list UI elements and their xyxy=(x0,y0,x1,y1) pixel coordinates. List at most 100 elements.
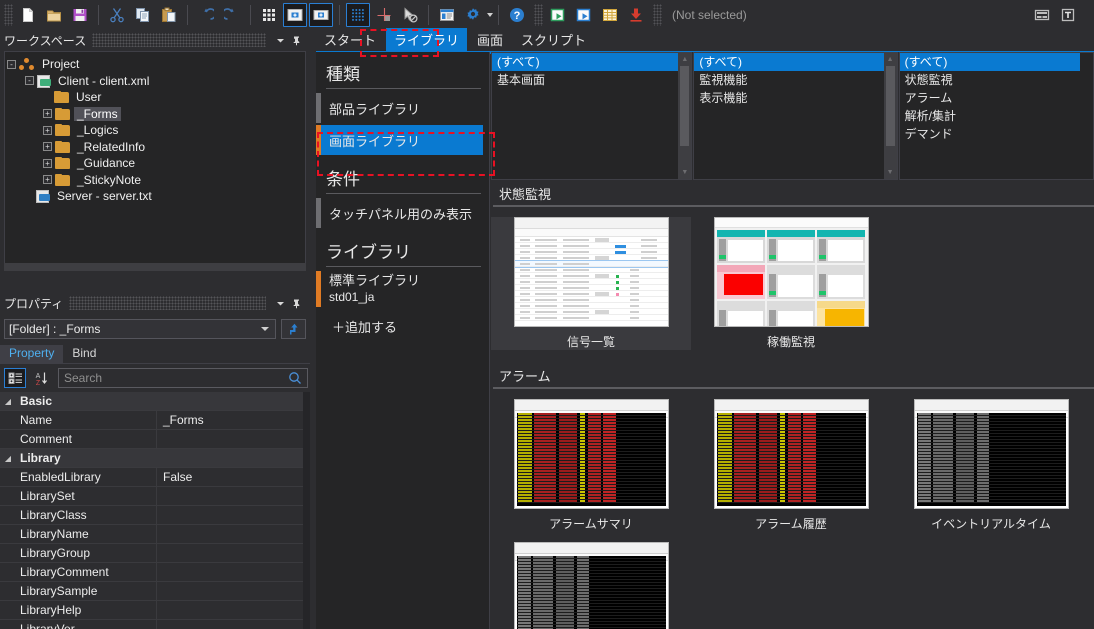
tree-node[interactable]: +_RelatedInfo xyxy=(7,139,305,156)
table-icon[interactable] xyxy=(598,3,622,27)
tree-expand-icon[interactable]: + xyxy=(43,126,52,135)
copy-icon[interactable] xyxy=(131,3,155,27)
property-grid-scrollbar[interactable] xyxy=(303,392,310,629)
filter-option[interactable]: 状態監視 xyxy=(900,71,1080,89)
property-category-row[interactable]: ◢Basic xyxy=(0,392,303,411)
gear-dropdown-caret[interactable] xyxy=(487,13,493,17)
filter-option[interactable]: 表示機能 xyxy=(694,89,883,107)
categorized-view-icon[interactable] xyxy=(4,368,26,388)
property-value[interactable] xyxy=(156,487,303,506)
property-value[interactable] xyxy=(156,582,303,601)
property-value[interactable] xyxy=(156,601,303,620)
tab-4[interactable]: スクリプト xyxy=(513,28,594,52)
snap-to-grid-icon[interactable] xyxy=(283,3,307,27)
chevron-down-icon[interactable]: ◢ xyxy=(0,397,16,406)
tree-node[interactable]: +_Guidance xyxy=(7,155,305,172)
filter-option[interactable]: 基本画面 xyxy=(492,71,678,89)
align-icon[interactable] xyxy=(309,3,333,27)
tree-collapse-icon[interactable]: - xyxy=(7,60,16,69)
cut-icon[interactable] xyxy=(105,3,129,27)
tree-expand-icon[interactable]: + xyxy=(43,159,52,168)
chevron-down-icon[interactable] xyxy=(272,295,288,311)
tree-node[interactable]: +_Forms xyxy=(7,106,305,123)
tab-3[interactable]: 画面 xyxy=(469,28,511,52)
pin-icon[interactable] xyxy=(288,295,304,311)
run-green-icon[interactable] xyxy=(546,3,570,27)
property-value[interactable] xyxy=(156,430,303,449)
tab-1[interactable]: スタート xyxy=(316,28,384,52)
tree-node[interactable]: -Project xyxy=(7,56,305,73)
select-disabled-icon[interactable] xyxy=(398,3,422,27)
property-row[interactable]: Comment xyxy=(0,430,303,449)
save-icon[interactable] xyxy=(68,3,92,27)
property-value[interactable] xyxy=(156,620,303,629)
property-row[interactable]: LibraryClass xyxy=(0,506,303,525)
property-value[interactable] xyxy=(156,506,303,525)
filter-purpose[interactable]: (すべて)状態監視アラーム解析/集計デマンド xyxy=(899,52,1094,180)
property-tab-property[interactable]: Property xyxy=(0,345,63,363)
search-input[interactable] xyxy=(59,370,288,386)
filter-option[interactable]: (すべて) xyxy=(694,53,883,71)
library-item[interactable]: 信号一覧 xyxy=(491,217,691,350)
tree-node[interactable]: Server - server.txt xyxy=(7,188,305,205)
filter-option[interactable]: (すべて) xyxy=(492,53,678,71)
property-row[interactable]: LibraryGroup xyxy=(0,544,303,563)
property-value[interactable] xyxy=(156,525,303,544)
property-row[interactable]: EnabledLibraryFalse xyxy=(0,468,303,487)
filter-scrollbar[interactable]: ▲▼ xyxy=(884,53,897,179)
category-item[interactable]: 部品ライブラリ xyxy=(316,93,483,123)
search-icon[interactable] xyxy=(288,371,302,385)
tree-expand-icon[interactable]: + xyxy=(43,142,52,151)
tree-node[interactable]: +_StickyNote xyxy=(7,172,305,189)
chevron-down-icon[interactable]: ◢ xyxy=(0,454,16,463)
toolbar-grip[interactable] xyxy=(4,4,13,26)
scroll-up-icon[interactable]: ▲ xyxy=(678,53,691,66)
scroll-down-icon[interactable]: ▼ xyxy=(884,166,897,179)
new-file-icon[interactable] xyxy=(16,3,40,27)
download-icon[interactable] xyxy=(624,3,648,27)
category-item[interactable]: 標準ライブラリstd01_ja xyxy=(316,271,483,307)
dot-grid-icon[interactable] xyxy=(346,3,370,27)
property-row[interactable]: LibraryName xyxy=(0,525,303,544)
property-row[interactable]: LibraryVer xyxy=(0,620,303,629)
filter-option[interactable]: 解析/集計 xyxy=(900,107,1080,125)
gear-icon[interactable] xyxy=(461,3,485,27)
library-item[interactable]: イベントリアルタイム xyxy=(891,399,1091,532)
property-target-combobox[interactable]: [Folder] : _Forms xyxy=(4,319,276,339)
property-tab-bind[interactable]: Bind xyxy=(63,345,105,363)
properties-window-icon[interactable] xyxy=(435,3,459,27)
filter-option[interactable]: デマンド xyxy=(900,125,1080,143)
tree-expand-icon[interactable]: + xyxy=(43,109,52,118)
tab-2[interactable]: ライブラリ xyxy=(386,28,467,52)
tree-expand-icon[interactable]: + xyxy=(43,175,52,184)
property-grid[interactable]: ◢BasicName_FormsComment◢LibraryEnabledLi… xyxy=(0,392,303,629)
tree-collapse-icon[interactable]: - xyxy=(25,76,34,85)
property-row[interactable]: LibraryHelp xyxy=(0,601,303,620)
layout-icon[interactable] xyxy=(1030,3,1054,27)
chevron-down-icon[interactable] xyxy=(272,32,288,48)
property-row[interactable]: Name_Forms xyxy=(0,411,303,430)
scroll-thumb[interactable] xyxy=(886,66,895,146)
property-value[interactable] xyxy=(156,544,303,563)
scroll-up-icon[interactable]: ▲ xyxy=(884,53,897,66)
property-row[interactable]: LibrarySample xyxy=(0,582,303,601)
paste-icon[interactable] xyxy=(157,3,181,27)
property-row[interactable]: LibraryComment xyxy=(0,563,303,582)
toolbar-grip[interactable] xyxy=(653,4,662,26)
run-blue-icon[interactable] xyxy=(572,3,596,27)
help-icon[interactable]: ? xyxy=(505,3,529,27)
search-input-wrapper[interactable] xyxy=(58,368,308,388)
property-row[interactable]: LibrarySet xyxy=(0,487,303,506)
filter-function[interactable]: (すべて)監視機能表示機能▲▼ xyxy=(693,52,897,180)
property-value[interactable]: False xyxy=(156,468,303,487)
tree-horizontal-scrollbar[interactable] xyxy=(4,263,306,271)
library-item[interactable]: アラーム履歴 xyxy=(691,399,891,532)
scroll-thumb[interactable] xyxy=(680,66,689,146)
open-folder-icon[interactable] xyxy=(42,3,66,27)
property-value[interactable]: _Forms xyxy=(156,411,303,430)
property-value[interactable] xyxy=(156,563,303,582)
tree-node[interactable]: +_Logics xyxy=(7,122,305,139)
filter-screen-type[interactable]: (すべて)基本画面▲▼ xyxy=(491,52,692,180)
filter-option[interactable]: (すべて) xyxy=(900,53,1080,71)
library-item[interactable]: アラームサマリ xyxy=(491,399,691,532)
